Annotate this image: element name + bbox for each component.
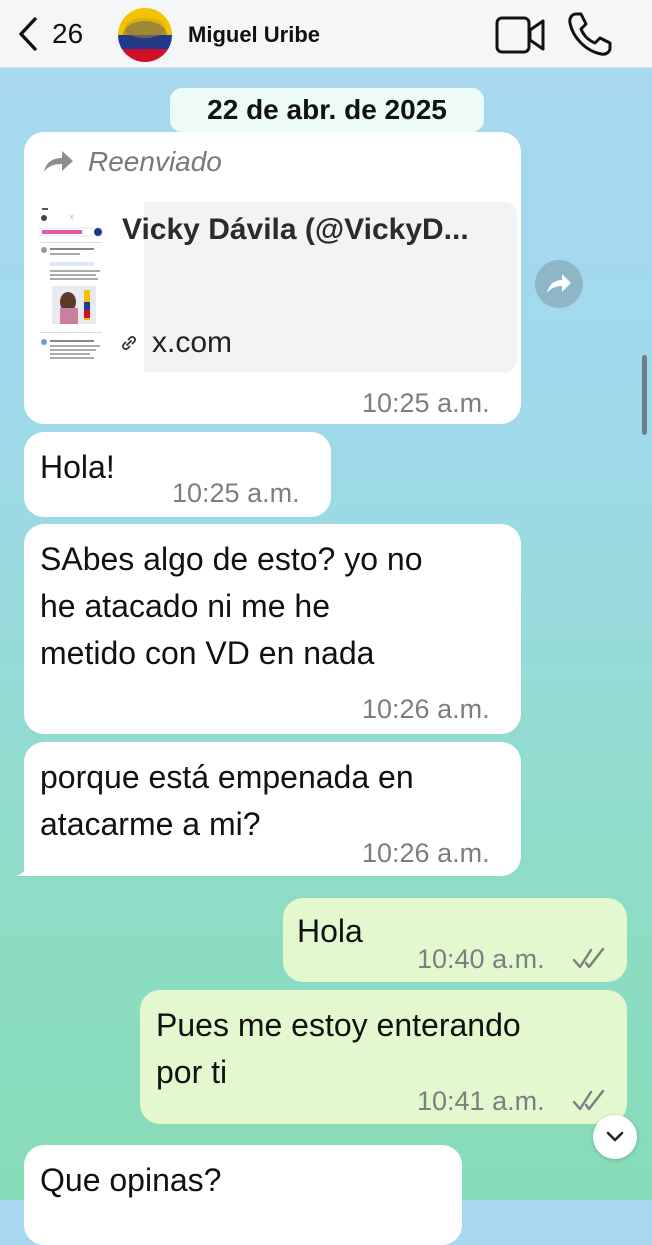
message-time: 10:41 a.m. [417, 1086, 545, 1116]
link-domain: x.com [120, 326, 232, 360]
svg-text:X: X [70, 215, 74, 221]
back-button[interactable]: 26 [16, 10, 83, 58]
incoming-message[interactable]: porque está empenada en atacarme a mi? 1… [24, 742, 521, 876]
incoming-message[interactable]: SAbes algo de esto? yo no he atacado ni … [24, 524, 521, 734]
message-time: 10:26 a.m. [362, 838, 490, 868]
avatar[interactable] [118, 8, 172, 62]
read-ticks-icon [572, 947, 605, 969]
message-time: 10:40 a.m. [417, 944, 545, 974]
link-title: Vicky Dávila (@VickyD... [122, 213, 469, 246]
message-text: Hola [297, 913, 363, 949]
message-text: Que opinas? [40, 1162, 222, 1198]
message-time: 10:25 a.m. [172, 478, 300, 508]
scroll-to-bottom-button[interactable] [593, 1115, 637, 1159]
voice-call-button[interactable] [564, 10, 614, 60]
video-camera-icon [495, 16, 545, 54]
outgoing-message[interactable]: Hola 10:40 a.m. [283, 898, 627, 982]
outgoing-message[interactable]: Pues me estoy enterando por ti 10:41 a.m… [140, 990, 627, 1124]
forwarded-label: Reenviado [40, 146, 222, 178]
link-domain-text: x.com [152, 326, 233, 359]
phone-icon [568, 12, 612, 56]
chat-header: 26 Miguel Uribe [0, 0, 652, 68]
message-text: SAbes algo de esto? yo no he atacado ni … [40, 541, 423, 671]
share-arrow-icon [547, 274, 571, 293]
link-icon [122, 336, 136, 350]
unread-count: 26 [52, 18, 84, 49]
incoming-message[interactable]: Que opinas? [24, 1145, 462, 1245]
bubble-tail [16, 858, 38, 876]
read-ticks-icon [572, 1089, 605, 1111]
incoming-message[interactable]: Hola! 10:25 a.m. [24, 432, 331, 517]
message-text: Pues me estoy enterando por ti [156, 1007, 521, 1090]
message-text: Hola! [40, 449, 115, 485]
message-time: 10:26 a.m. [362, 694, 490, 724]
scrollbar[interactable] [642, 355, 647, 435]
tweet-screenshot-thumbnail: X [36, 202, 106, 372]
forwarded-text: Reenviado [88, 146, 222, 177]
forward-arrow-icon [44, 151, 73, 172]
message-time: 10:25 a.m. [362, 388, 490, 418]
colombia-flag-icon [118, 8, 172, 62]
chevron-left-icon [19, 17, 37, 51]
video-call-button[interactable] [494, 12, 546, 58]
link-preview-card[interactable]: X Vicky Dávila (@VickyD... x.com [36, 202, 517, 372]
chevron-down-icon [606, 1131, 624, 1142]
date-separator: 22 de abr. de 2025 [170, 88, 484, 132]
contact-name[interactable]: Miguel Uribe [188, 22, 320, 48]
message-text: porque está empenada en atacarme a mi? [40, 759, 414, 842]
share-button[interactable] [535, 260, 583, 308]
